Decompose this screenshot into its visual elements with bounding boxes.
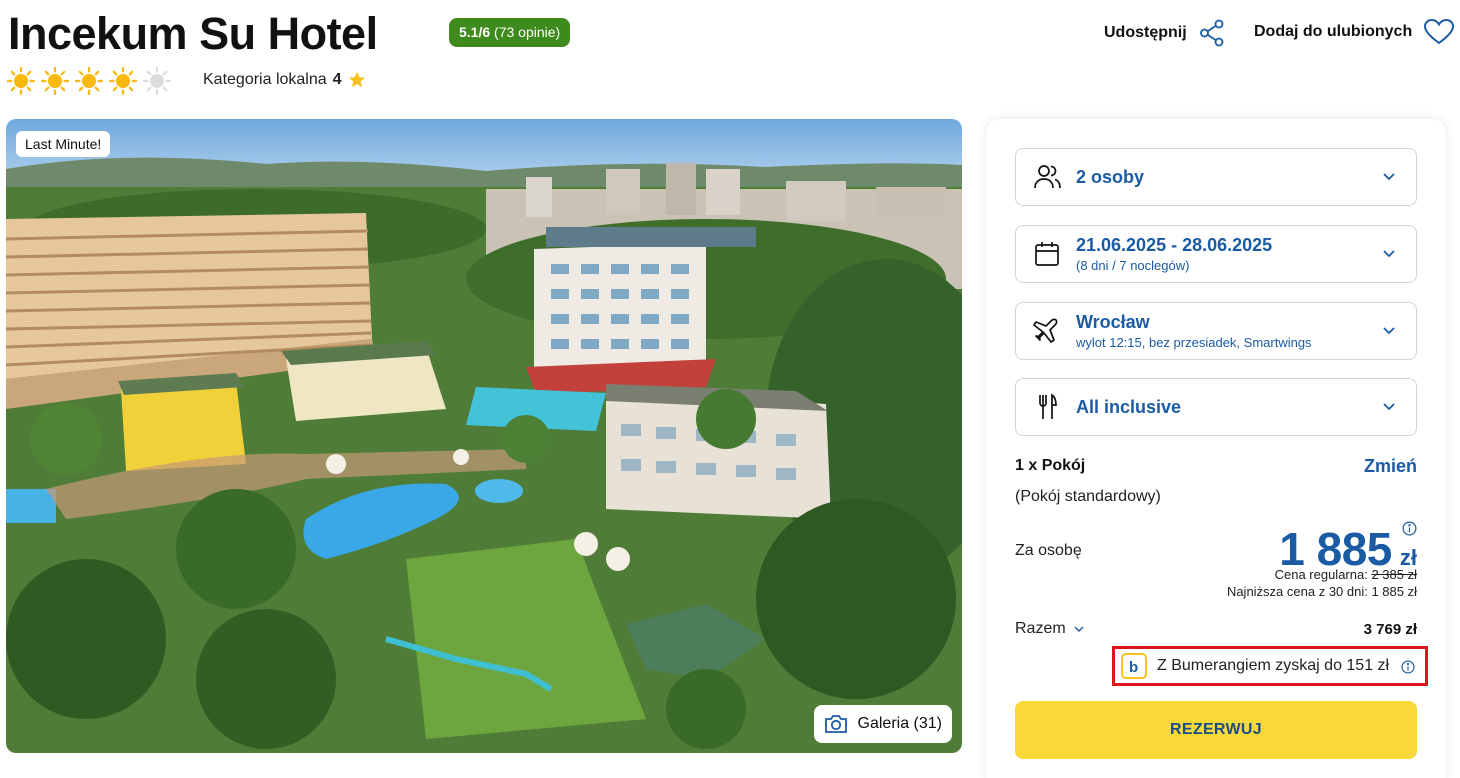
bumerang-label: Z Bumerangiem zyskaj do 151 zł [1157,657,1390,674]
reserve-button[interactable]: REZERWUJ [1015,701,1417,759]
regular-price: Cena regularna: 2 385 zł [1275,567,1417,582]
bumerang-promo[interactable]: b Z Bumerangiem zyskaj do 151 zł [1112,646,1428,686]
room-type: (Pokój standardowy) [1015,488,1161,505]
rating-badge[interactable]: 5.1/6 (73 opinie) [449,18,571,47]
calendar-icon [1035,242,1059,266]
flight-details: wylot 12:15, bez przesiadek, Smartwings [1076,335,1312,350]
sun-empty-icon [142,66,172,96]
share-button[interactable]: Udostępnij [1104,19,1225,47]
hotel-photo[interactable]: Last Minute! Galeria (31) [6,119,962,753]
svg-text:b: b [1129,659,1138,676]
sun-icon [108,66,138,96]
local-category-label: Kategoria lokalna [203,71,327,88]
dates-value: 21.06.2025 - 28.06.2025 [1076,235,1273,255]
last-minute-badge: Last Minute! [16,131,111,157]
info-icon[interactable] [1401,660,1415,674]
add-to-favorites-button[interactable]: Dodaj do ulubionych [1254,19,1455,45]
persons-select[interactable]: 2 osoby [1015,148,1417,206]
local-category: Kategoria lokalna 4 [203,71,366,89]
star-icon [348,71,365,88]
chevron-down-icon [1383,403,1395,411]
sun-icon [74,66,104,96]
favorites-label: Dodaj do ulubionych [1254,23,1413,40]
total-value: 3 769 zł [1363,621,1417,638]
chevron-down-icon [1383,327,1395,335]
hotel-aerial-image [6,119,962,753]
gallery-label: Galeria (31) [857,715,942,732]
dates-select[interactable]: 21.06.2025 - 28.06.2025 (8 dni / 7 nocle… [1015,225,1417,283]
airplane-icon [1033,318,1058,343]
gallery-button[interactable]: Galeria (31) [813,705,952,743]
fork-knife-icon [1039,393,1057,419]
camera-icon [824,715,847,733]
sun-icon [6,66,36,96]
persons-value: 2 osoby [1076,166,1145,187]
room-count: 1 x Pokój [1015,457,1086,474]
dates-duration: (8 dni / 7 noclegów) [1076,258,1190,273]
share-label: Udostępnij [1104,24,1187,41]
per-person-label: Za osobę [1015,542,1082,559]
board-value: All inclusive [1076,396,1182,417]
departure-city: Wrocław [1076,312,1150,332]
people-icon [1034,165,1061,189]
hotel-page: Incekum Su Hotel 5.1/6 (73 opinie) Kateg… [0,0,1460,778]
sun-icon [40,66,70,96]
total-label: Razem [1015,620,1066,637]
heart-icon [1424,19,1455,45]
booking-panel: 2 osoby 21.06.2025 - 28.06.2025 (8 dni /… [986,119,1446,778]
share-icon [1199,19,1224,47]
flight-select[interactable]: Wrocław wylot 12:15, bez przesiadek, Sma… [1015,302,1417,360]
lowest-30-days: Najniższa cena z 30 dni: 1 885 zł [1226,584,1417,599]
change-room-link[interactable]: Zmień [1364,456,1417,477]
bumerang-logo-icon: b [1121,653,1147,679]
regular-price-value: 2 385 zł [1371,567,1417,582]
rating-score: 5.1/6 [459,24,491,40]
total-toggle[interactable]: Razem [1015,620,1084,638]
rating-reviews: (73 opinie) [494,24,561,40]
hotel-title: Incekum Su Hotel [8,8,378,59]
sun-rating [6,66,172,96]
chevron-down-icon [1074,626,1084,632]
chevron-down-icon [1383,250,1395,258]
chevron-down-icon [1383,173,1395,181]
board-select[interactable]: All inclusive [1015,378,1417,436]
regular-price-label: Cena regularna: [1274,567,1368,582]
local-category-value: 4 [332,71,342,88]
